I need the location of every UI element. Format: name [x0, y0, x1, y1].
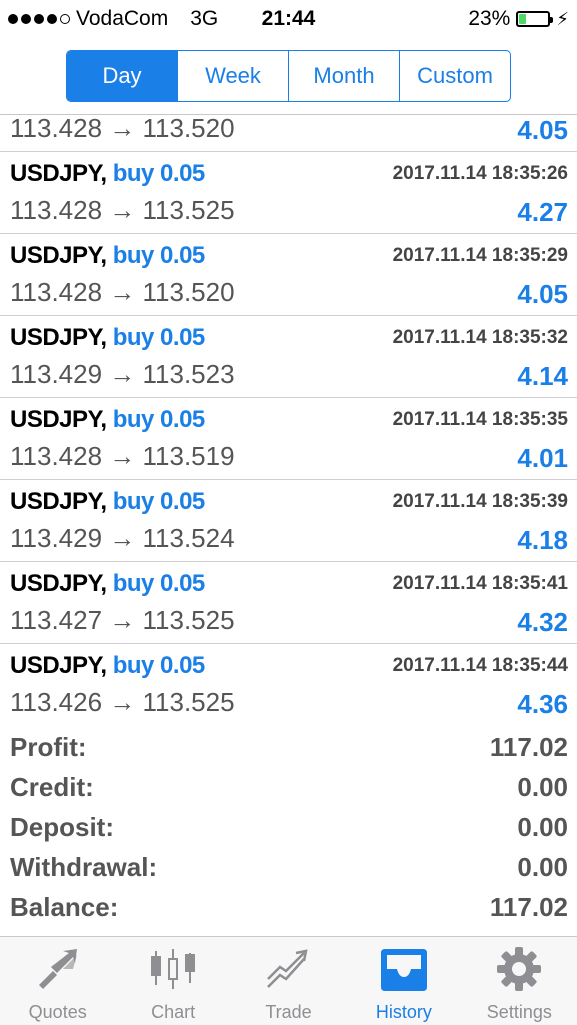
bottom-tab-bar: Quotes Chart Trade History Settings — [0, 936, 577, 1025]
deal-row[interactable]: USDJPY, buy 0.05 2017.11.14 18:35:39 113.4… — [0, 480, 577, 562]
deal-prices: 113.428 → 113.520 — [10, 277, 235, 307]
deal-row[interactable]: USDJPY, buy 0.05 2017.11.14 18:35:29 113.4… — [0, 234, 577, 316]
deal-profit: 4.32 — [517, 607, 568, 637]
deal-time: 2017.11.14 18:35:32 — [392, 327, 568, 348]
tab-week[interactable]: Week — [177, 51, 288, 101]
summary-value: 117.02 — [489, 732, 568, 762]
summary-label: Profit: — [10, 732, 87, 762]
deal-side-volume: buy 0.05 — [112, 406, 206, 433]
tab-trade[interactable]: Trade — [231, 937, 346, 1025]
tab-settings[interactable]: Settings — [462, 937, 577, 1025]
summary-value: 0.00 — [517, 772, 568, 802]
deal-side-volume: buy 0.05 — [112, 488, 206, 515]
quotes-icon — [38, 949, 77, 989]
status-right: 23% ⚡︎ — [468, 7, 569, 31]
deal-time: 2017.11.14 18:35:29 — [392, 245, 568, 266]
tab-label: History — [375, 1002, 432, 1022]
symbol-name: USDJPY, — [10, 570, 107, 597]
deal-profit: 4.05 — [517, 279, 568, 309]
deal-profit: 4.18 — [517, 525, 568, 555]
tab-custom[interactable]: Custom — [399, 51, 510, 101]
deal-prices: 113.428 → 113.520 — [10, 114, 235, 143]
symbol-name: USDJPY, — [10, 242, 107, 269]
deal-row[interactable]: USDJPY, buy 0.05 2017.11.14 18:35:44 113.4… — [0, 644, 577, 717]
summary-label: Credit: — [10, 772, 94, 802]
symbol-name: USDJPY, — [10, 324, 107, 351]
deal-time: 2017.11.14 18:35:26 — [392, 163, 568, 184]
deal-side-volume: buy 0.05 — [112, 324, 206, 351]
deal-prices: 113.429 → 113.524 — [10, 523, 235, 553]
summary-value: 117.02 — [489, 892, 568, 922]
deal-profit: 4.01 — [517, 443, 568, 473]
summary-row: Credit: 0.00 — [0, 768, 577, 808]
tab-label: Chart — [151, 1002, 196, 1022]
summary-label: Balance: — [10, 892, 119, 922]
gear-icon — [497, 947, 542, 991]
deal-prices: 113.429 → 113.523 — [10, 359, 235, 389]
deal-symbol: USDJPY, buy 0.05 — [10, 160, 205, 188]
deal-prices: 113.426 → 113.525 — [10, 687, 235, 717]
tab-chart[interactable]: Chart — [115, 937, 230, 1025]
summary-row: Balance: 117.02 — [0, 888, 577, 928]
deal-symbol: USDJPY, buy 0.05 — [10, 406, 205, 434]
deal-row[interactable]: USDJPY, buy 0.05 2017.11.14 18:35:26 113.4… — [0, 152, 577, 234]
summary-label: Withdrawal: — [10, 852, 158, 882]
summary-value: 0.00 — [517, 852, 568, 882]
deal-profit: 4.36 — [517, 689, 568, 717]
deal-time: 2017.11.14 18:35:44 — [392, 655, 568, 676]
summary-row: Deposit: 0.00 — [0, 808, 577, 848]
deal-symbol: USDJPY, buy 0.05 — [10, 488, 205, 516]
tab-label: Quotes — [28, 1002, 87, 1022]
tab-quotes[interactable]: Quotes — [0, 937, 115, 1025]
candlestick-chart-icon — [151, 949, 196, 989]
deal-time: 2017.11.14 18:35:35 — [392, 409, 568, 430]
summary-row: Profit: 117.02 — [0, 728, 577, 768]
period-segmented-control: Day Week Month Custom — [66, 50, 511, 102]
deal-profit: 4.14 — [517, 361, 568, 391]
deal-row[interactable]: USDJPY, buy 0.05 2017.11.14 18:35:41 113.4… — [0, 562, 577, 644]
deal-prices: 113.428 → 113.519 — [10, 441, 235, 471]
trade-trend-icon — [266, 949, 308, 988]
summary-value: 0.00 — [517, 812, 568, 842]
deal-side-volume: buy 0.05 — [112, 160, 206, 187]
deal-symbol: USDJPY, buy 0.05 — [10, 324, 205, 352]
deal-profit: 4.27 — [517, 197, 568, 227]
symbol-name: USDJPY, — [10, 406, 107, 433]
deal-side-volume: buy 0.05 — [112, 242, 206, 269]
deal-symbol: USDJPY, buy 0.05 — [10, 242, 205, 270]
battery-icon — [516, 11, 554, 27]
deal-side-volume: buy 0.05 — [112, 652, 206, 679]
charging-bolt-icon: ⚡︎ — [556, 8, 569, 29]
account-summary: Profit: 117.02 Credit: 0.00 Deposit: 0.00 With… — [0, 728, 577, 928]
tab-month[interactable]: Month — [288, 51, 399, 101]
deal-side-volume: buy 0.05 — [112, 570, 206, 597]
deal-profit: 4.05 — [517, 115, 568, 145]
symbol-name: USDJPY, — [10, 488, 107, 515]
deal-row-partial[interactable]: 113.428 → 113.520 4.05 — [0, 115, 577, 152]
deal-symbol: USDJPY, buy 0.05 — [10, 652, 205, 680]
summary-row: Withdrawal: 0.00 — [0, 848, 577, 888]
summary-label: Deposit: — [10, 812, 114, 842]
deal-prices: 113.428 → 113.525 — [10, 195, 235, 225]
tab-label: Settings — [486, 1002, 552, 1022]
tab-history[interactable]: History — [346, 937, 461, 1025]
deals-list[interactable]: 113.428 → 113.520 4.05 USDJPY, buy 0.05 2… — [0, 114, 577, 717]
tab-day[interactable]: Day — [67, 51, 177, 101]
battery-percent: 23% — [468, 7, 511, 30]
deal-row[interactable]: USDJPY, buy 0.05 2017.11.14 18:35:35 113.4… — [0, 398, 577, 480]
deal-row[interactable]: USDJPY, buy 0.05 2017.11.14 18:35:32 113.4… — [0, 316, 577, 398]
deal-prices: 113.427 → 113.525 — [10, 605, 235, 635]
deal-symbol: USDJPY, buy 0.05 — [10, 570, 205, 598]
symbol-name: USDJPY, — [10, 160, 107, 187]
deal-time: 2017.11.14 18:35:39 — [392, 491, 568, 512]
status-bar: VodaCom 3G 21:44 23% ⚡︎ — [0, 0, 577, 38]
tab-label: Trade — [265, 1002, 312, 1022]
symbol-name: USDJPY, — [10, 652, 107, 679]
inbox-tray-icon — [380, 949, 427, 991]
deal-time: 2017.11.14 18:35:41 — [392, 573, 568, 594]
